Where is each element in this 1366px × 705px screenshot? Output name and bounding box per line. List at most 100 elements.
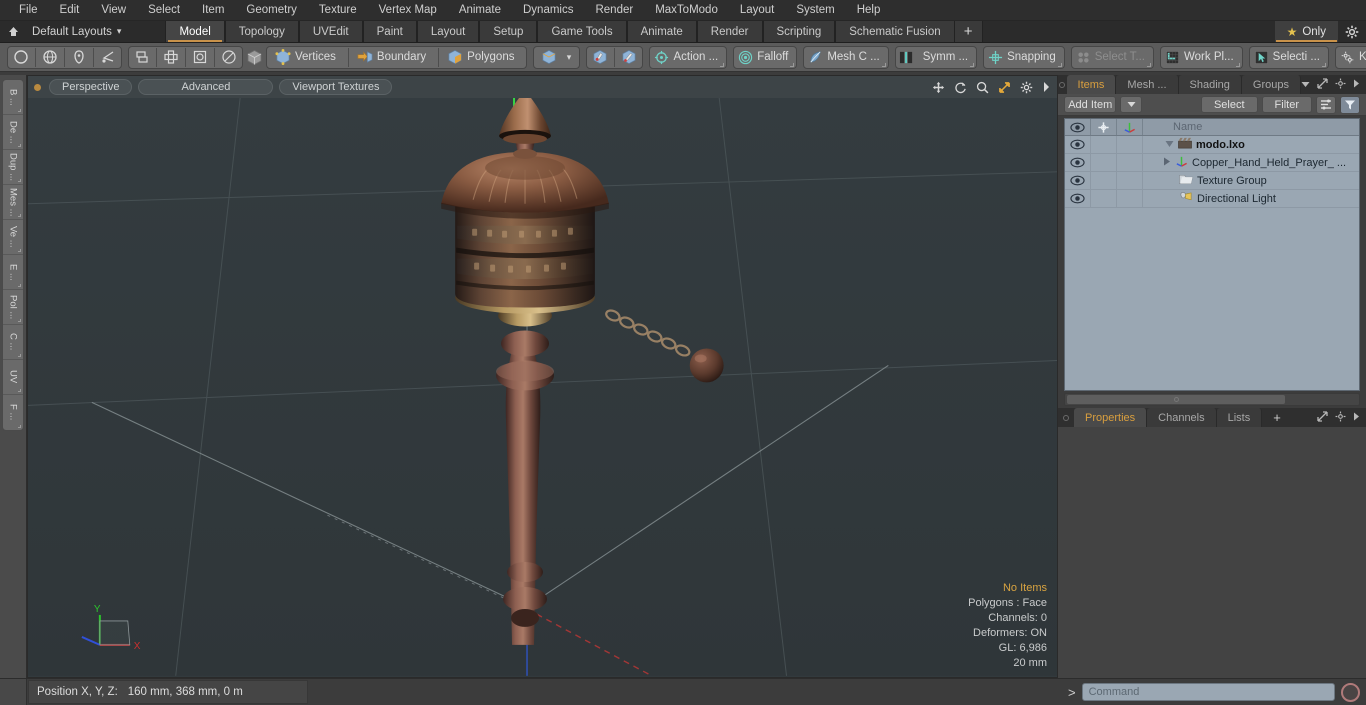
chevron-right-icon[interactable] <box>1353 412 1360 424</box>
select-mode-polygons[interactable]: Polygons <box>443 46 522 69</box>
row-name-cell[interactable]: modo.lxo <box>1143 136 1359 153</box>
gear-icon[interactable] <box>1335 411 1346 425</box>
tab-render[interactable]: Render <box>696 21 763 42</box>
tab-layout[interactable]: Layout <box>416 21 480 42</box>
list-view-icon[interactable] <box>1316 95 1336 114</box>
menu-item-layout[interactable]: Layout <box>729 0 786 21</box>
menu-item-help[interactable]: Help <box>846 0 892 21</box>
panel-menu-dot-icon[interactable] <box>1058 75 1067 94</box>
row-name-cell[interactable]: Directional Light <box>1143 190 1359 207</box>
gear-icon[interactable] <box>1020 81 1033 94</box>
curve-icon[interactable] <box>96 47 120 68</box>
row-name-cell[interactable]: Texture Group <box>1143 172 1359 189</box>
menu-item-edit[interactable]: Edit <box>49 0 91 21</box>
only-toggle-button[interactable]: ★ Only <box>1274 21 1338 42</box>
scrollbar-thumb[interactable] <box>1067 395 1285 404</box>
row-lock-cell[interactable] <box>1091 154 1117 171</box>
properties-menu-dot-icon[interactable] <box>1058 408 1074 427</box>
chevron-down-icon[interactable]: ▾ <box>561 47 576 68</box>
left-tool-duplicate[interactable]: Dup ... <box>3 150 23 185</box>
panel-tab-groups[interactable]: Groups <box>1241 75 1301 94</box>
viewport-canvas[interactable]: Y X <box>28 76 1057 676</box>
left-tool-uv[interactable]: UV <box>3 360 23 395</box>
chevron-down-icon[interactable] <box>1301 79 1310 91</box>
left-tool-curve[interactable]: C ... <box>3 325 23 360</box>
tab-animate[interactable]: Animate <box>626 21 697 42</box>
falloff-button[interactable]: Falloff <box>733 45 798 69</box>
left-tool-vertex[interactable]: Ve ... <box>3 220 23 255</box>
move-icon[interactable] <box>932 81 945 94</box>
chevron-right-icon[interactable] <box>1042 81 1051 93</box>
left-tool-mesh-edit[interactable]: Mes ... <box>3 185 23 220</box>
add-properties-tab-button[interactable]: + <box>1262 408 1292 427</box>
snapping-button[interactable]: Snapping <box>983 45 1065 69</box>
menu-item-render[interactable]: Render <box>584 0 644 21</box>
expand-triangle-down-icon[interactable] <box>1165 139 1174 151</box>
column-header-visibility-eye-icon[interactable] <box>1065 119 1091 135</box>
row-axis-cell[interactable] <box>1117 190 1143 207</box>
tab-scripting[interactable]: Scripting <box>762 21 836 42</box>
center-icon[interactable] <box>159 47 183 68</box>
viewport-tab-perspective[interactable]: Perspective <box>49 79 133 95</box>
tab-setup[interactable]: Setup <box>479 21 538 42</box>
row-visibility-eye-icon[interactable] <box>1065 190 1091 207</box>
column-header-axis-icon[interactable] <box>1117 119 1143 135</box>
bound-icon[interactable] <box>188 47 212 68</box>
work-plane-button[interactable]: Work Pl... <box>1160 45 1243 69</box>
cube-icon[interactable] <box>246 47 263 68</box>
table-row[interactable]: Texture Group <box>1065 172 1359 190</box>
pen-icon[interactable] <box>67 47 91 68</box>
table-row[interactable]: Copper_Hand_Held_Prayer_ ... <box>1065 154 1359 172</box>
menu-item-texture[interactable]: Texture <box>308 0 368 21</box>
tab-paint[interactable]: Paint <box>362 21 417 42</box>
expand-icon[interactable] <box>1317 410 1328 425</box>
fit-icon[interactable] <box>998 81 1011 94</box>
menu-item-geometry[interactable]: Geometry <box>235 0 308 21</box>
viewport-tab-textures[interactable]: Viewport Textures <box>279 79 393 95</box>
row-lock-cell[interactable] <box>1091 172 1117 189</box>
3d-viewport[interactable]: Y X Perspective Advanced Viewport Textur… <box>27 75 1058 678</box>
left-tool-basic[interactable]: B ... <box>3 80 23 115</box>
menu-item-animate[interactable]: Animate <box>448 0 512 21</box>
symmetry-button[interactable]: Symm ... <box>894 45 978 69</box>
kits-button[interactable]: Kits <box>1334 45 1366 69</box>
row-lock-cell[interactable] <box>1091 190 1117 207</box>
add-item-button[interactable]: Add Item <box>1064 96 1117 113</box>
add-tab-button[interactable]: + <box>954 21 983 42</box>
row-axis-cell[interactable] <box>1117 154 1143 171</box>
expand-triangle-right-icon[interactable] <box>1163 157 1171 169</box>
row-lock-cell[interactable] <box>1091 136 1117 153</box>
tab-schematic-fusion[interactable]: Schematic Fusion <box>835 21 955 42</box>
menu-item-file[interactable]: File <box>8 0 49 21</box>
menu-item-system[interactable]: System <box>785 0 845 21</box>
home-icon[interactable] <box>0 21 26 42</box>
row-name-cell[interactable]: Copper_Hand_Held_Prayer_ ... <box>1143 154 1359 171</box>
panel-tab-channels[interactable]: Channels <box>1147 408 1217 427</box>
left-tool-polygon[interactable]: Pol ... <box>3 290 23 325</box>
panel-tab-lists[interactable]: Lists <box>1216 408 1263 427</box>
menu-item-item[interactable]: Item <box>191 0 235 21</box>
gear-icon[interactable] <box>1335 78 1346 92</box>
panel-tab-properties[interactable]: Properties <box>1074 408 1148 427</box>
row-visibility-eye-icon[interactable] <box>1065 136 1091 153</box>
select-through-button[interactable]: Select T... <box>1070 45 1155 69</box>
default-layouts-dropdown[interactable]: Default Layouts ▾ <box>26 21 131 42</box>
row-visibility-eye-icon[interactable] <box>1065 154 1091 171</box>
action-center-button[interactable]: Action ... <box>649 45 728 69</box>
tab-topology[interactable]: Topology <box>224 21 299 42</box>
mesh-constraint-button[interactable]: Mesh C ... <box>803 45 889 69</box>
funnel-icon[interactable] <box>1340 95 1360 114</box>
items-list-horizontal-scrollbar[interactable] <box>1064 393 1360 406</box>
menu-item-vertex-map[interactable]: Vertex Map <box>368 0 448 21</box>
panel-tab-shading[interactable]: Shading <box>1178 75 1242 94</box>
radial-icon[interactable] <box>217 47 241 68</box>
gear-icon[interactable] <box>1338 21 1366 42</box>
add-item-dropdown-chevron-down-icon[interactable] <box>1120 96 1143 113</box>
menu-item-dynamics[interactable]: Dynamics <box>512 0 584 21</box>
row-axis-cell[interactable] <box>1117 136 1143 153</box>
left-tool-deform[interactable]: De ... <box>3 115 23 150</box>
items-tree-list[interactable]: Name modo.lxo Copper_Hand_Held_Prayer_ .… <box>1064 118 1360 391</box>
chevron-right-icon[interactable] <box>1353 79 1360 91</box>
table-row[interactable]: Directional Light <box>1065 190 1359 208</box>
viewport-tab-advanced[interactable]: Advanced <box>138 79 274 95</box>
